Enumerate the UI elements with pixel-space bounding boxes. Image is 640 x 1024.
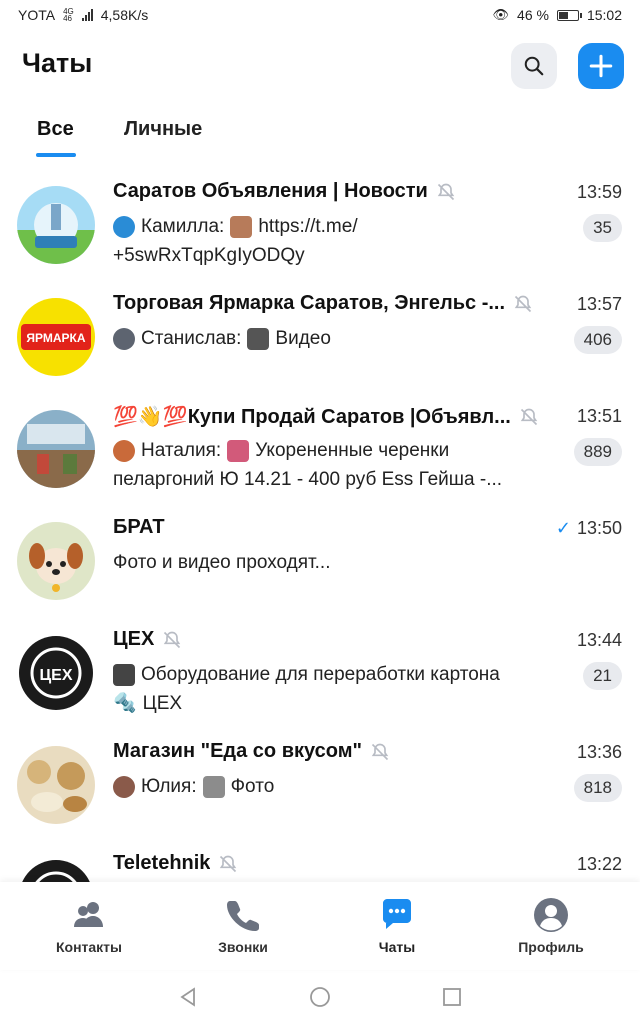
eye-comfort-icon: 👁 bbox=[492, 7, 510, 22]
chat-bubble-icon bbox=[383, 899, 411, 929]
chat-title: БРАТ bbox=[113, 516, 165, 538]
avatar bbox=[17, 410, 95, 488]
chat-time: 13:36 bbox=[576, 742, 622, 762]
chat-row-eda-so-vkusom[interactable]: Магазин "Еда со вкусом" 13:36 Юлия: Фото … bbox=[0, 728, 640, 840]
image-thumbnail bbox=[227, 439, 250, 462]
read-check-icon: ✓ bbox=[555, 518, 571, 538]
chat-title: 💯👋💯Купи Продай Саратов |Объявл... bbox=[113, 404, 553, 429]
muted-bell-icon bbox=[436, 182, 456, 202]
chat-time: 13:59 bbox=[576, 182, 622, 202]
tab-all[interactable]: Все bbox=[37, 118, 74, 141]
video-thumbnail bbox=[113, 663, 135, 686]
unread-badge: 35 bbox=[583, 214, 622, 242]
profile-icon bbox=[534, 898, 568, 932]
chat-title: ЦЕХ bbox=[113, 628, 553, 651]
signal-icon bbox=[81, 9, 93, 21]
network-speed: 4,58K/s bbox=[100, 7, 149, 23]
chat-title: Саратов Объявления | Новости bbox=[113, 180, 553, 203]
sender-avatar bbox=[113, 215, 135, 238]
svg-text:ЦЕХ: ЦЕХ bbox=[39, 667, 72, 684]
unread-badge: 818 bbox=[573, 774, 622, 802]
search-button[interactable] bbox=[511, 43, 557, 89]
chat-time: 13:57 bbox=[576, 294, 622, 314]
avatar: ЦЕХ bbox=[17, 634, 95, 712]
svg-text:ЯРМАРКА: ЯРМАРКА bbox=[26, 331, 85, 345]
muted-bell-icon bbox=[370, 742, 390, 762]
plus-icon bbox=[589, 54, 613, 78]
system-navigation-bar bbox=[0, 970, 640, 1024]
active-tab-indicator bbox=[36, 153, 76, 157]
carrier-label: YOTA bbox=[18, 7, 56, 23]
chat-row-saratov-ads[interactable]: Саратов Объявления | Новости 13:59 Камил… bbox=[0, 168, 640, 280]
unread-badge: 406 bbox=[573, 326, 622, 354]
avatar bbox=[17, 522, 95, 600]
sender-avatar bbox=[113, 327, 135, 350]
battery-icon bbox=[556, 9, 582, 21]
status-bar: YOTA 4G 46 4,58K/s 👁 46 % 15:02 bbox=[0, 0, 640, 30]
network-type-icon: 4G 46 bbox=[63, 7, 74, 23]
message-preview: Станислав: Видео bbox=[113, 324, 563, 353]
chat-row-tseh[interactable]: ЦЕХ ЦЕХ 13:44 Оборудование для переработ… bbox=[0, 616, 640, 728]
chat-time: 13:44 bbox=[576, 630, 622, 650]
nav-chats[interactable]: Чаты bbox=[317, 882, 477, 970]
chat-title: Teletehnik bbox=[113, 852, 553, 875]
chat-time: 13:22 bbox=[576, 854, 622, 874]
chat-list[interactable]: Саратов Объявления | Новости 13:59 Камил… bbox=[0, 168, 640, 882]
muted-bell-icon bbox=[218, 854, 238, 874]
chat-title: Магазин "Еда со вкусом" bbox=[113, 740, 553, 763]
muted-bell-icon bbox=[513, 294, 533, 314]
chat-row-yarmarka[interactable]: ЯРМАРКА Торговая Ярмарка Саратов, Энгель… bbox=[0, 280, 640, 392]
muted-bell-icon bbox=[519, 407, 539, 427]
app-header: Чаты bbox=[0, 38, 640, 94]
avatar: ЯРМАРКА bbox=[17, 298, 95, 376]
phone-icon bbox=[227, 901, 259, 931]
image-thumbnail bbox=[230, 215, 253, 238]
chat-time: 13:51 bbox=[576, 406, 622, 426]
unread-badge: 889 bbox=[573, 438, 622, 466]
message-preview: Наталия: Укорененные черенки пеларгоний Ю… bbox=[113, 439, 503, 490]
sender-avatar bbox=[113, 775, 135, 798]
wrench-icon: 🔩 bbox=[113, 693, 137, 714]
chat-filter-tabs: Все Личные bbox=[0, 110, 640, 160]
search-icon bbox=[524, 56, 544, 76]
muted-bell-icon bbox=[162, 630, 182, 650]
avatar bbox=[17, 186, 95, 264]
message-preview: Фото и видео проходят... bbox=[113, 552, 331, 573]
message-preview: Оборудование для переработки картона 🔩 ЦЕ… bbox=[113, 660, 563, 718]
clock: 15:02 bbox=[586, 7, 622, 23]
avatar bbox=[17, 858, 95, 882]
nav-contacts[interactable]: Контакты bbox=[9, 882, 169, 970]
chat-time: ✓ 13:50 bbox=[555, 518, 622, 538]
image-thumbnail bbox=[202, 775, 225, 798]
page-title: Чаты bbox=[22, 48, 93, 78]
tab-personal[interactable]: Личные bbox=[124, 118, 202, 141]
chat-row-brat[interactable]: БРАТ ✓ 13:50 Фото и видео проходят... bbox=[0, 504, 640, 616]
message-preview: Юлия: Фото bbox=[113, 772, 563, 801]
new-chat-button[interactable] bbox=[578, 43, 624, 89]
chat-row-kupi-prodai[interactable]: 💯👋💯Купи Продай Саратов |Объявл... 13:51 … bbox=[0, 392, 640, 504]
contacts-icon bbox=[74, 902, 103, 927]
nav-profile[interactable]: Профиль bbox=[471, 882, 631, 970]
message-preview: Камилла: https://t.me/ +5swRxTqpKgIyODQy bbox=[113, 215, 358, 266]
nav-calls[interactable]: Звонки bbox=[163, 882, 323, 970]
back-icon[interactable] bbox=[177, 986, 199, 1008]
unread-badge: 21 bbox=[583, 662, 622, 690]
recents-icon[interactable] bbox=[441, 986, 463, 1008]
chat-title: Торговая Ярмарка Саратов, Энгельс -... bbox=[113, 292, 553, 315]
chat-row-teletehnik[interactable]: Teletehnik 13:22 bbox=[0, 840, 640, 882]
home-icon[interactable] bbox=[309, 986, 331, 1008]
battery-percent: 46 % bbox=[517, 7, 549, 23]
bottom-navigation: Контакты Звонки Чаты Профиль bbox=[0, 882, 640, 970]
sender-avatar bbox=[113, 439, 135, 462]
avatar bbox=[17, 746, 95, 824]
video-thumbnail bbox=[247, 327, 270, 350]
